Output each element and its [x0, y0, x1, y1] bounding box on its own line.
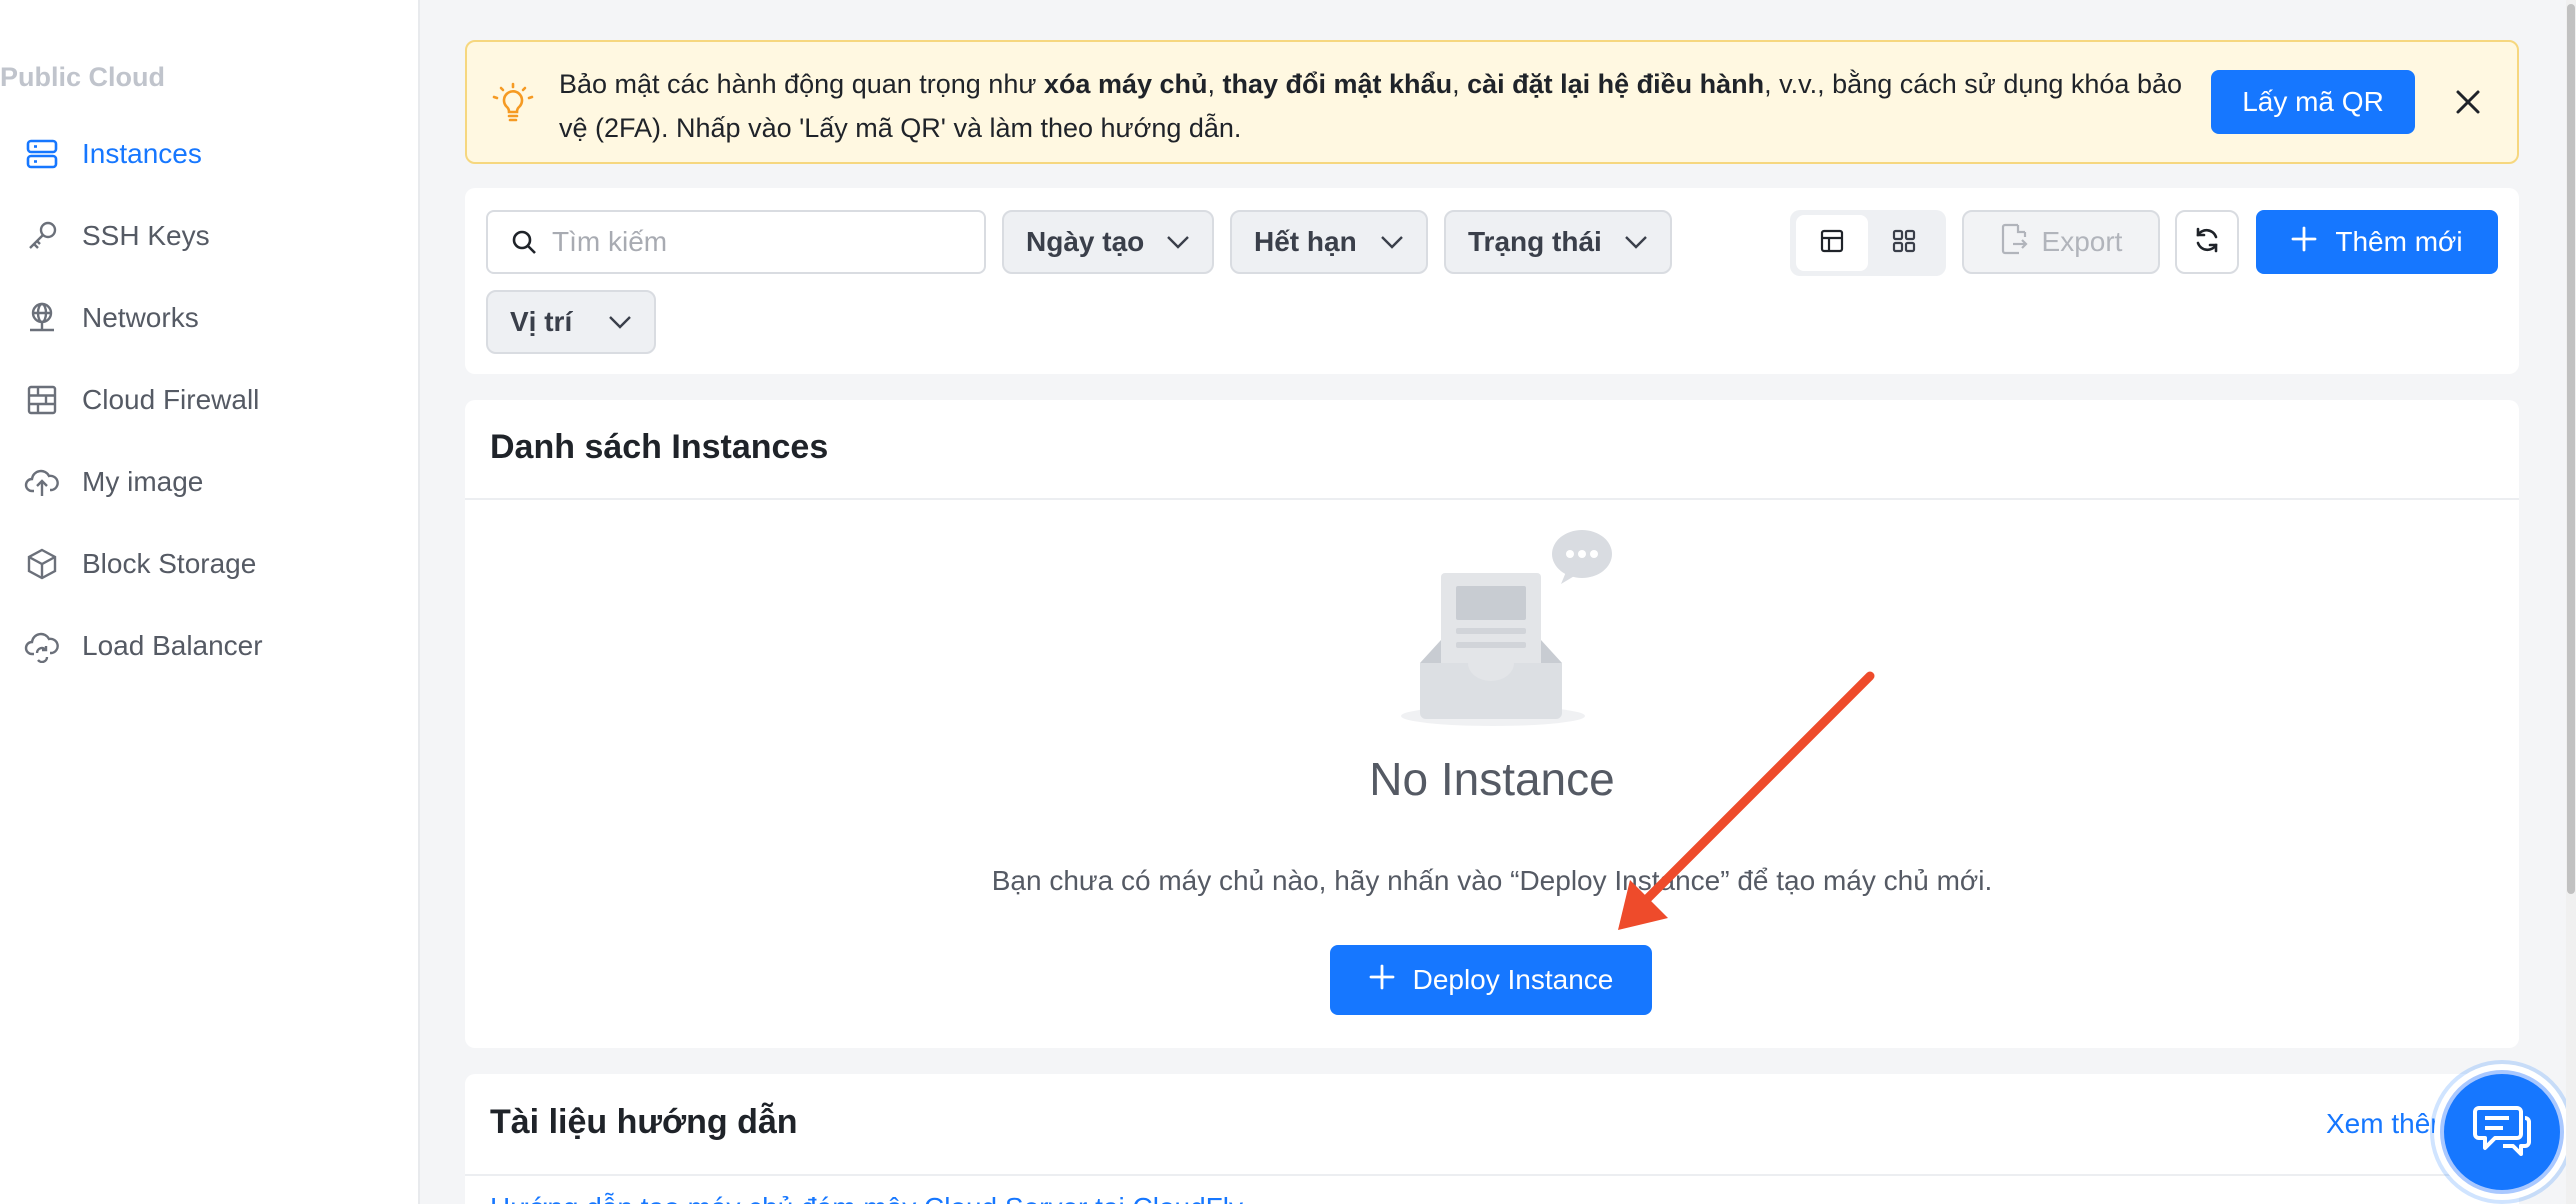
- grid-icon: [1892, 229, 1916, 258]
- sidebar-item-instances[interactable]: Instances: [0, 121, 420, 187]
- export-label: Export: [2041, 226, 2123, 257]
- divider: [465, 498, 2519, 500]
- banner-bold-reinstall: cài đặt lại hệ điều hành: [1467, 69, 1765, 99]
- refresh-button[interactable]: [2175, 210, 2239, 274]
- banner-text-sep: ,: [1207, 69, 1223, 99]
- close-icon[interactable]: [2442, 76, 2494, 128]
- banner-bold-delete: xóa máy chủ: [1043, 69, 1208, 99]
- doc-link[interactable]: Hướng dẫn tạo máy chủ đám mây Cloud Serv…: [490, 1192, 1243, 1204]
- see-more-link[interactable]: Xem thêm: [2326, 1108, 2454, 1140]
- instances-title: Danh sách Instances: [490, 428, 829, 466]
- divider: [465, 1174, 2519, 1176]
- cloud-sync-icon: [22, 626, 62, 666]
- sidebar-item-cloud-firewall[interactable]: Cloud Firewall: [0, 367, 420, 433]
- sidebar-item-label: Networks: [82, 302, 199, 333]
- banner-text: Bảo mật các hành động quan trọng như xóa…: [559, 62, 2199, 150]
- firewall-icon: [22, 380, 62, 420]
- chevron-down-icon: [1166, 235, 1190, 249]
- expiry-filter[interactable]: Hết hạn: [1230, 210, 1428, 274]
- chevron-down-icon: [1380, 235, 1404, 249]
- filter-label: Vị trí: [510, 306, 573, 337]
- status-filter[interactable]: Trạng thái: [1444, 210, 1672, 274]
- banner-text-part: Bảo mật các hành động quan trọng như: [559, 69, 1044, 99]
- sidebar-section-title: Public Cloud: [0, 62, 165, 92]
- empty-state-description: Bạn chưa có máy chủ nào, hãy nhấn vào “D…: [991, 865, 1993, 896]
- created-date-filter[interactable]: Ngày tạo: [1002, 210, 1214, 274]
- lightbulb-icon: [491, 82, 535, 131]
- sidebar-item-block-storage[interactable]: Block Storage: [0, 531, 420, 597]
- filter-label: Ngày tạo: [1026, 226, 1145, 257]
- filter-label: Trạng thái: [1468, 226, 1602, 257]
- cloud-upload-icon: [22, 462, 62, 502]
- empty-state-title: No Instance: [1369, 753, 1615, 805]
- plus-icon: [1369, 964, 1395, 997]
- network-icon: [22, 298, 62, 338]
- chat-icon: [2473, 1104, 2531, 1161]
- scrollbar-thumb[interactable]: [2567, 4, 2575, 894]
- sidebar-item-label: Cloud Firewall: [82, 384, 260, 415]
- sidebar: Public Cloud Instances SSH Keys Networks…: [0, 0, 420, 1204]
- plus-icon: [2291, 226, 2317, 259]
- location-filter[interactable]: Vị trí: [486, 290, 656, 354]
- search-box[interactable]: [486, 210, 986, 274]
- sidebar-item-label: Load Balancer: [82, 630, 263, 661]
- view-toggle: [1790, 210, 1946, 276]
- empty-inbox-icon: [1398, 528, 1620, 733]
- sidebar-item-label: Instances: [82, 138, 202, 169]
- chevron-down-icon: [1624, 235, 1648, 249]
- chevron-down-icon: [608, 315, 632, 329]
- server-icon: [22, 134, 62, 174]
- sidebar-item-label: My image: [82, 466, 204, 497]
- search-icon: [510, 228, 538, 256]
- sidebar-item-label: Block Storage: [82, 548, 257, 579]
- sidebar-item-label: SSH Keys: [82, 220, 210, 251]
- banner-bold-password: thay đổi mật khẩu: [1222, 69, 1453, 99]
- cube-icon: [22, 544, 62, 584]
- grid-view-button[interactable]: [1868, 215, 1940, 271]
- refresh-icon: [2192, 225, 2222, 260]
- sidebar-item-networks[interactable]: Networks: [0, 285, 420, 351]
- export-file-icon: [2000, 223, 2028, 262]
- sidebar-item-my-image[interactable]: My image: [0, 449, 420, 515]
- export-button[interactable]: Export: [1962, 210, 2160, 274]
- filter-label: Hết hạn: [1254, 226, 1357, 257]
- sidebar-item-load-balancer[interactable]: Load Balancer: [0, 613, 420, 679]
- get-qr-button[interactable]: Lấy mã QR: [2211, 70, 2415, 134]
- docs-title: Tài liệu hướng dẫn: [490, 1103, 798, 1141]
- sidebar-item-ssh-keys[interactable]: SSH Keys: [0, 203, 420, 269]
- deploy-label: Deploy Instance: [1412, 964, 1614, 995]
- add-new-label: Thêm mới: [2335, 226, 2463, 257]
- table-view-button[interactable]: [1796, 215, 1868, 271]
- key-icon: [22, 216, 62, 256]
- chat-support-button[interactable]: [2440, 1070, 2564, 1194]
- table-icon: [1820, 229, 1844, 258]
- add-new-button[interactable]: Thêm mới: [2256, 210, 2498, 274]
- banner-text-sep: ,: [1452, 69, 1468, 99]
- deploy-instance-button[interactable]: Deploy Instance: [1330, 945, 1652, 1015]
- search-input[interactable]: [552, 226, 952, 258]
